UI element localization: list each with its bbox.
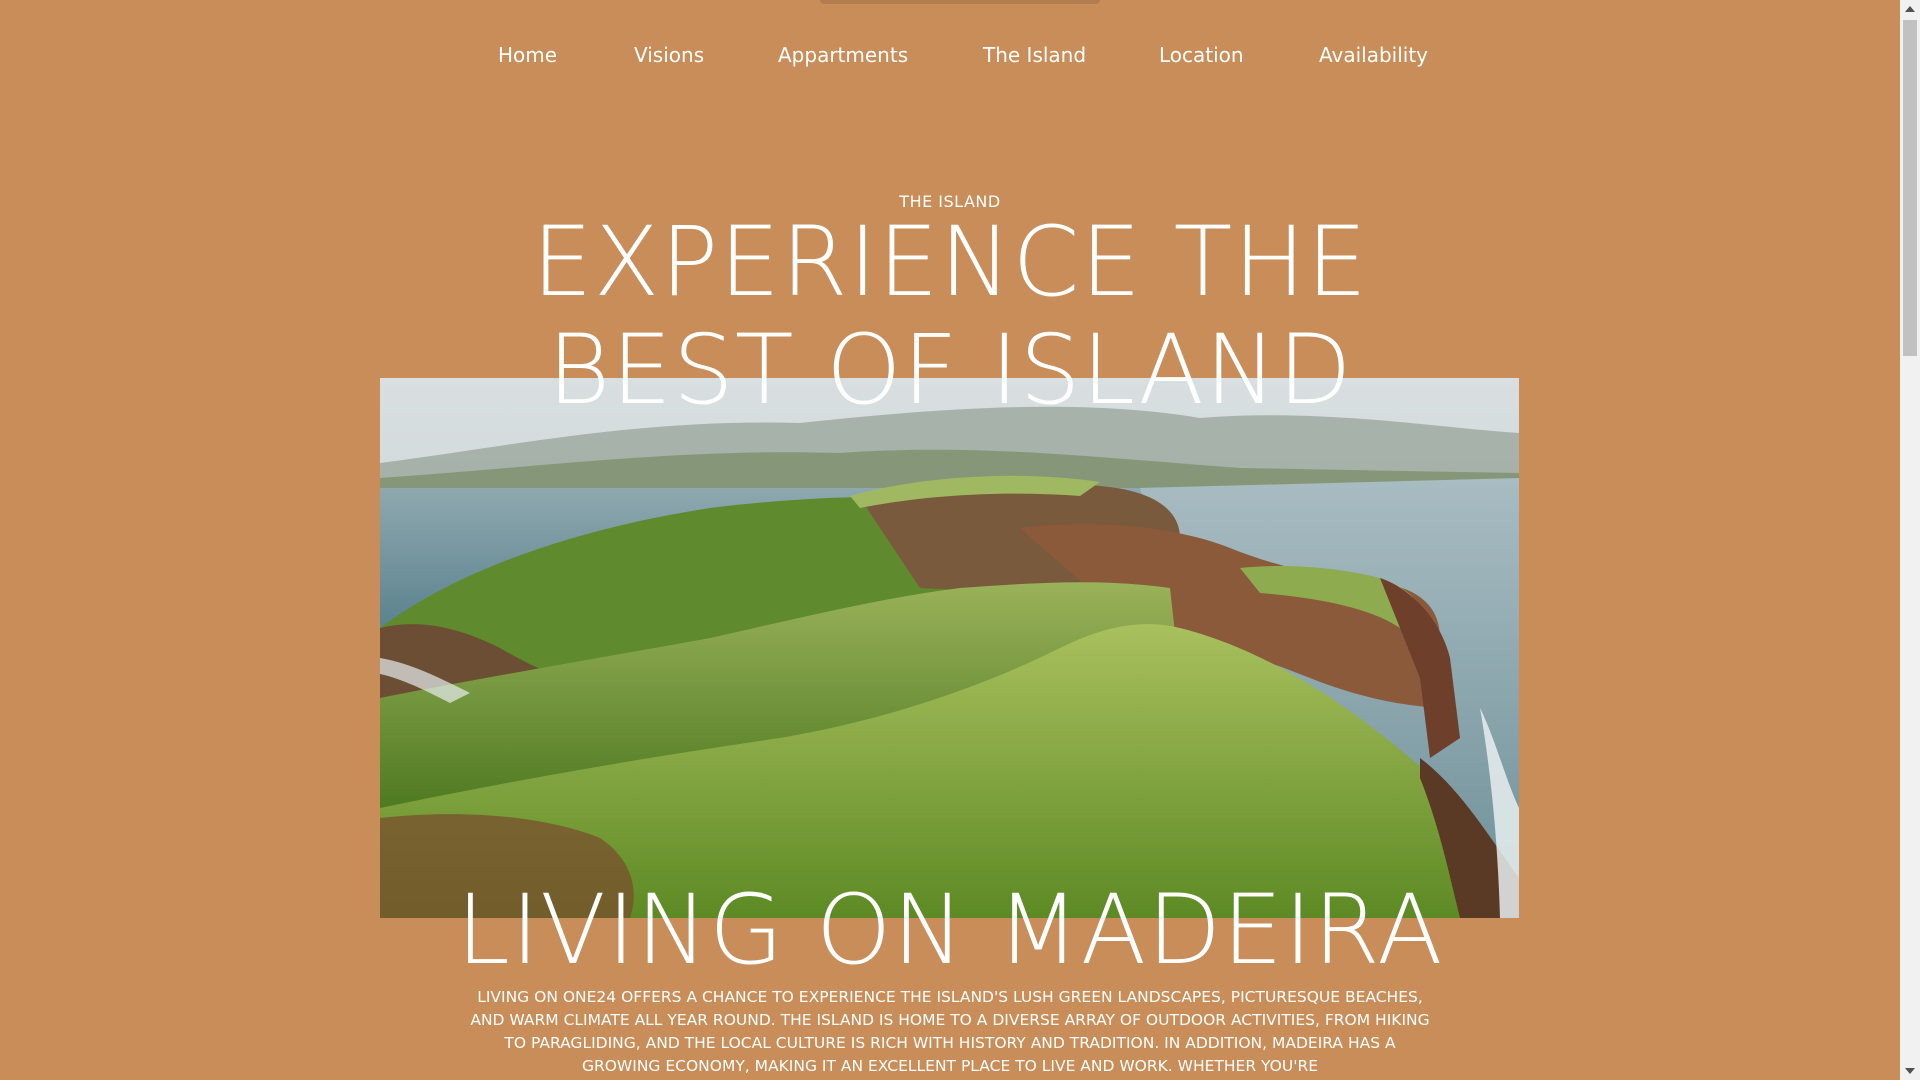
section-title: LIVING ON MADEIRA <box>456 874 1444 986</box>
nav-availability[interactable]: Availability <box>1319 38 1428 72</box>
page: Home Visions Appartments The Island Loca… <box>0 0 1920 1080</box>
island-landscape-image <box>380 378 1519 918</box>
hero-headline-line-2: BEST OF ISLAND <box>547 314 1353 426</box>
hero-headline: EXPERIENCE THE BEST OF ISLAND <box>450 208 1450 424</box>
section-body-text: LIVING ON ONE24 OFFERS A CHANCE TO EXPER… <box>470 988 1430 1075</box>
scroll-up-arrow-icon[interactable] <box>1905 6 1915 12</box>
nav-home[interactable]: Home <box>498 38 557 72</box>
scroll-down-arrow-icon[interactable] <box>1905 1068 1915 1074</box>
scrollbar-thumb[interactable] <box>1903 20 1917 356</box>
nav-the-island[interactable]: The Island <box>983 38 1086 72</box>
nav-appartments[interactable]: Appartments <box>778 38 908 72</box>
vertical-scrollbar[interactable] <box>1900 0 1920 1080</box>
nav-location[interactable]: Location <box>1159 38 1244 72</box>
header-shadow <box>820 0 1100 4</box>
main-nav: Home Visions Appartments The Island Loca… <box>0 38 1900 72</box>
nav-visions[interactable]: Visions <box>634 38 704 72</box>
hero-headline-line-1: EXPERIENCE THE <box>531 206 1369 318</box>
